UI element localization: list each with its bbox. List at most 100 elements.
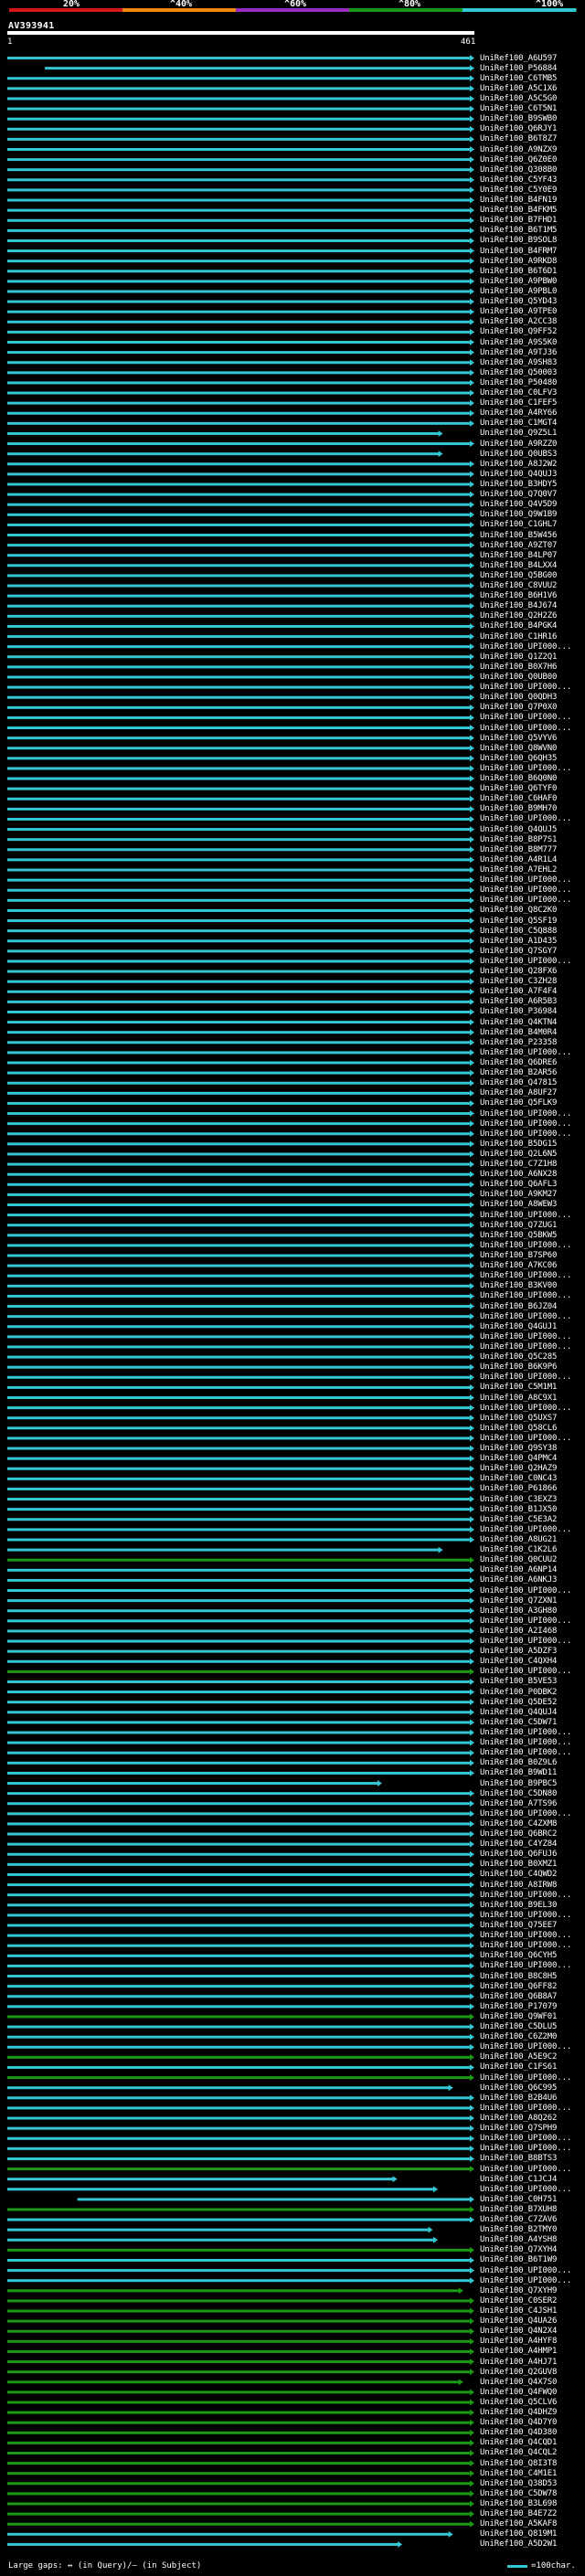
- hit-label-link[interactable]: UniRef100_B4FKM5: [480, 206, 557, 215]
- hit-label-link[interactable]: UniRef100_Q0QDH3: [480, 693, 557, 702]
- hit-label-link[interactable]: UniRef100_C5DW78: [480, 2489, 557, 2498]
- hit-label-link[interactable]: UniRef100_A8UG21: [480, 1535, 557, 1544]
- hit-label-link[interactable]: UniRef100_C8VUU2: [480, 581, 557, 590]
- hit-label-link[interactable]: UniRef100_B5W456: [480, 531, 557, 540]
- hit-label-link[interactable]: UniRef100_UPI000...: [480, 1119, 571, 1129]
- hit-label-link[interactable]: UniRef100_A7EHL2: [480, 865, 557, 875]
- hit-label-link[interactable]: UniRef100_A4HMP1: [480, 2347, 557, 2356]
- hit-label-link[interactable]: UniRef100_Q47815: [480, 1078, 557, 1087]
- hit-label-link[interactable]: UniRef100_Q2H2Z6: [480, 611, 557, 620]
- hit-label-link[interactable]: UniRef100_B6T8Z7: [480, 134, 557, 143]
- hit-label-link[interactable]: UniRef100_Q819M1: [480, 2529, 557, 2539]
- hit-label-link[interactable]: UniRef100_UPI000...: [480, 1271, 571, 1280]
- hit-label-link[interactable]: UniRef100_B4LXX4: [480, 561, 557, 570]
- hit-label-link[interactable]: UniRef100_C4QWD2: [480, 1870, 557, 1879]
- hit-label-link[interactable]: UniRef100_C4ZXM8: [480, 1819, 557, 1829]
- hit-label-link[interactable]: UniRef100_UPI000...: [480, 1342, 571, 1352]
- hit-label-link[interactable]: UniRef100_UPI000...: [480, 1738, 571, 1747]
- hit-label-link[interactable]: UniRef100_B6T1M5: [480, 226, 557, 235]
- hit-label-link[interactable]: UniRef100_B3HDY5: [480, 480, 557, 489]
- hit-label-link[interactable]: UniRef100_C1JCJ4: [480, 2175, 557, 2184]
- hit-label-link[interactable]: UniRef100_A2I468: [480, 1627, 557, 1636]
- hit-label-link[interactable]: UniRef100_UPI000...: [480, 1109, 571, 1118]
- hit-label-link[interactable]: UniRef100_B7FHD1: [480, 216, 557, 225]
- hit-label-link[interactable]: UniRef100_Q6FUJ6: [480, 1850, 557, 1859]
- hit-label-link[interactable]: UniRef100_A9PBW0: [480, 277, 557, 286]
- hit-label-link[interactable]: UniRef100_UPI000...: [480, 1809, 571, 1818]
- hit-label-link[interactable]: UniRef100_B0X7H6: [480, 663, 557, 672]
- hit-label-link[interactable]: UniRef100_UPI000...: [480, 1048, 571, 1057]
- hit-label-link[interactable]: UniRef100_C6Z2M0: [480, 2032, 557, 2041]
- hit-label-link[interactable]: UniRef100_A7KC06: [480, 1261, 557, 1270]
- hit-label-link[interactable]: UniRef100_P36984: [480, 1007, 557, 1016]
- hit-label-link[interactable]: UniRef100_A6NX28: [480, 1170, 557, 1179]
- hit-label-link[interactable]: UniRef100_Q2L6N5: [480, 1150, 557, 1159]
- hit-label-link[interactable]: UniRef100_B3KV00: [480, 1281, 557, 1290]
- hit-label-link[interactable]: UniRef100_C5Q888: [480, 927, 557, 936]
- hit-label-link[interactable]: UniRef100_Q4CQD1: [480, 2438, 557, 2447]
- hit-label-link[interactable]: UniRef100_B6T6D1: [480, 267, 557, 276]
- hit-label-link[interactable]: UniRef100_Q6B8A7: [480, 1992, 557, 2001]
- hit-label-link[interactable]: UniRef100_UPI000...: [480, 1911, 571, 1920]
- hit-label-link[interactable]: UniRef100_A4YSH8: [480, 2235, 557, 2244]
- hit-label-link[interactable]: UniRef100_Q4GUJ1: [480, 1322, 557, 1331]
- hit-label-link[interactable]: UniRef100_B0XMZ1: [480, 1860, 557, 1869]
- hit-label-link[interactable]: UniRef100_UPI000...: [480, 1404, 571, 1413]
- hit-label-link[interactable]: UniRef100_A9TPE0: [480, 307, 557, 316]
- hit-label-link[interactable]: UniRef100_A9NZX9: [480, 145, 557, 154]
- hit-label-link[interactable]: UniRef100_Q5C285: [480, 1352, 557, 1362]
- hit-label-link[interactable]: UniRef100_Q6FF82: [480, 1982, 557, 1991]
- hit-label-link[interactable]: UniRef100_Q5UXS7: [480, 1414, 557, 1423]
- hit-label-link[interactable]: UniRef100_UPI000...: [480, 1637, 571, 1646]
- hit-label-link[interactable]: UniRef100_Q6CYH5: [480, 1951, 557, 1960]
- hit-label-link[interactable]: UniRef100_UPI000...: [480, 2266, 571, 2275]
- hit-label-link[interactable]: UniRef100_A5C1X6: [480, 84, 557, 93]
- hit-label-link[interactable]: UniRef100_UPI000...: [480, 1941, 571, 1950]
- hit-label-link[interactable]: UniRef100_B4J674: [480, 601, 557, 610]
- hit-label-link[interactable]: UniRef100_UPI000...: [480, 1241, 571, 1250]
- hit-label-link[interactable]: UniRef100_Q5DE52: [480, 1698, 557, 1707]
- hit-label-link[interactable]: UniRef100_Q4DHZ9: [480, 2408, 557, 2417]
- hit-label-link[interactable]: UniRef100_UPI000...: [480, 1434, 571, 1443]
- hit-label-link[interactable]: UniRef100_A8IRW8: [480, 1881, 557, 1890]
- hit-label-link[interactable]: UniRef100_A7F4F4: [480, 987, 557, 996]
- hit-label-link[interactable]: UniRef100_Q1Z2Q1: [480, 652, 557, 662]
- hit-label-link[interactable]: UniRef100_Q5YD43: [480, 297, 557, 306]
- hit-label-link[interactable]: UniRef100_Q5VYV6: [480, 734, 557, 743]
- hit-label-link[interactable]: UniRef100_B2B4U6: [480, 2094, 557, 2103]
- hit-label-link[interactable]: UniRef100_UPI000...: [480, 2104, 571, 2113]
- hit-label-link[interactable]: UniRef100_A8UF27: [480, 1088, 557, 1097]
- hit-label-link[interactable]: UniRef100_A9TJ36: [480, 348, 557, 357]
- hit-label-link[interactable]: UniRef100_UPI000...: [480, 2185, 571, 2194]
- hit-label-link[interactable]: UniRef100_B2TMY0: [480, 2225, 557, 2234]
- hit-label-link[interactable]: UniRef100_A5E9C2: [480, 2052, 557, 2062]
- hit-label-link[interactable]: UniRef100_A9RZZ0: [480, 440, 557, 449]
- hit-label-link[interactable]: UniRef100_C1FS61: [480, 2062, 557, 2072]
- hit-label-link[interactable]: UniRef100_UPI000...: [480, 1332, 571, 1341]
- hit-label-link[interactable]: UniRef100_UPI000...: [480, 1211, 571, 1220]
- hit-label-link[interactable]: UniRef100_A2CC38: [480, 317, 557, 326]
- hit-label-link[interactable]: UniRef100_UPI000...: [480, 724, 571, 733]
- hit-label-link[interactable]: UniRef100_B4FRM7: [480, 247, 557, 256]
- hit-label-link[interactable]: UniRef100_UPI000...: [480, 957, 571, 966]
- hit-label-link[interactable]: UniRef100_C1MGT4: [480, 419, 557, 428]
- hit-label-link[interactable]: UniRef100_A8C9X1: [480, 1394, 557, 1403]
- hit-label-link[interactable]: UniRef100_A8J2W2: [480, 460, 557, 469]
- hit-label-link[interactable]: UniRef100_UPI000...: [480, 764, 571, 773]
- hit-label-link[interactable]: UniRef100_C3ZH28: [480, 977, 557, 986]
- hit-label-link[interactable]: UniRef100_P61866: [480, 1484, 557, 1493]
- hit-label-link[interactable]: UniRef100_A5DZF3: [480, 1647, 557, 1656]
- hit-label-link[interactable]: UniRef100_UPI000...: [480, 1891, 571, 1900]
- hit-label-link[interactable]: UniRef100_A6NP14: [480, 1565, 557, 1574]
- hit-label-link[interactable]: UniRef100_Q4FWQ0: [480, 2388, 557, 2397]
- hit-label-link[interactable]: UniRef100_B5DG15: [480, 1140, 557, 1149]
- hit-label-link[interactable]: UniRef100_B8BTS3: [480, 2154, 557, 2163]
- hit-label-link[interactable]: UniRef100_C5M1M1: [480, 1383, 557, 1392]
- hit-label-link[interactable]: UniRef100_C0H751: [480, 2195, 557, 2204]
- hit-label-link[interactable]: UniRef100_Q7Q0V7: [480, 490, 557, 499]
- hit-label-link[interactable]: UniRef100_B8C8H5: [480, 1972, 557, 1981]
- hit-label-link[interactable]: UniRef100_Q8C2K0: [480, 906, 557, 915]
- hit-label-link[interactable]: UniRef100_Q9W1B9: [480, 510, 557, 519]
- hit-label-link[interactable]: UniRef100_B7XUH8: [480, 2205, 557, 2214]
- hit-label-link[interactable]: UniRef100_Q4QUJ3: [480, 470, 557, 479]
